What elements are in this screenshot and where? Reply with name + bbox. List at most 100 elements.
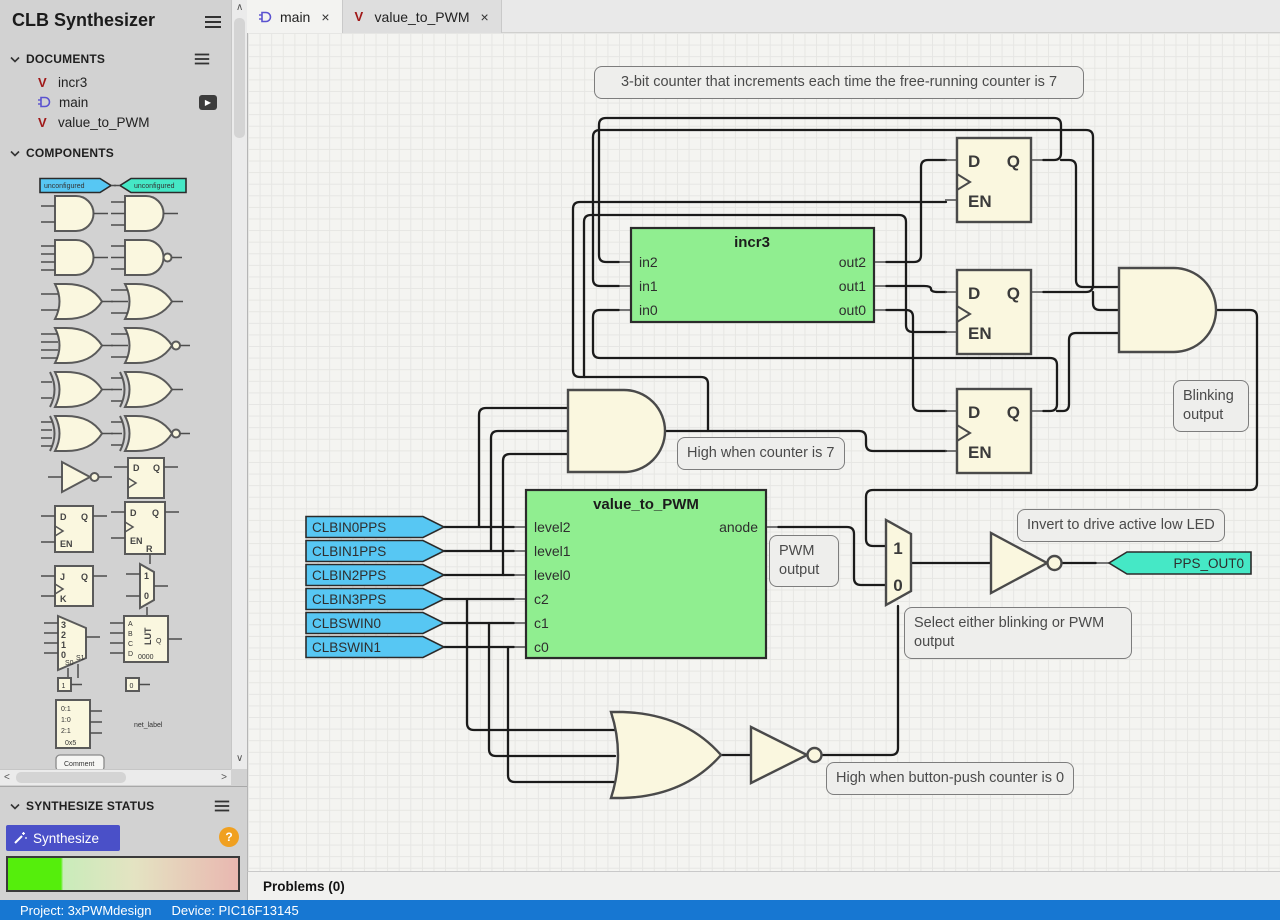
palette-xnor-gate[interactable]: [111, 415, 190, 452]
svg-text:0: 0: [144, 591, 149, 601]
synthesize-header[interactable]: SYNTHESIZE STATUS: [10, 799, 238, 813]
or-gate[interactable]: [609, 710, 723, 800]
palette-or4-gate[interactable]: [41, 327, 113, 364]
palette-horizontal-scrollbar[interactable]: < >: [0, 769, 231, 785]
documents-header[interactable]: DOCUMENTS: [10, 52, 222, 66]
svg-text:EN: EN: [60, 539, 73, 549]
and-gate-counter7[interactable]: [566, 388, 667, 474]
comment-high-when-7[interactable]: High when counter is 7: [677, 437, 845, 470]
synthesize-menu-icon[interactable]: [214, 800, 230, 812]
palette-net-label[interactable]: net_label: [134, 722, 163, 729]
palette-lut[interactable]: A B C D LUT Q 0000: [110, 615, 182, 663]
svg-text:S1: S1: [76, 655, 85, 662]
palette-dff-en[interactable]: D Q EN: [41, 505, 107, 553]
output-pin-pps-out0[interactable]: PPS_OUT0: [1107, 551, 1252, 575]
palette-mux2[interactable]: 1 0: [126, 562, 168, 618]
inverter-bottom[interactable]: [749, 725, 823, 785]
scrollbar-thumb[interactable]: [234, 18, 245, 138]
help-button[interactable]: ?: [219, 827, 239, 847]
comment-invert-led[interactable]: Invert to drive active low LED: [1017, 509, 1225, 542]
palette-const-1[interactable]: 1: [57, 677, 82, 692]
scrollbar-thumb[interactable]: [16, 772, 126, 783]
palette-inverter-gate[interactable]: [48, 460, 112, 494]
tab-main[interactable]: main ×: [247, 0, 343, 33]
chevron-down-icon: [10, 56, 20, 63]
comment-pwm-output[interactable]: PWM output: [769, 535, 839, 587]
block-value-to-pwm[interactable]: value_to_PWM level2 level1 level0 c2 c1 …: [524, 488, 768, 660]
palette-xor4-gate[interactable]: [41, 415, 113, 452]
sidebar-item-incr3[interactable]: V incr3: [0, 72, 231, 92]
palette-comment[interactable]: Comment: [55, 754, 105, 770]
input-pin-clbin3pps[interactable]: CLBIN3PPS: [305, 587, 446, 611]
palette-and3-gate[interactable]: [111, 195, 178, 232]
svg-text:Q: Q: [152, 508, 159, 518]
app-menu-icon[interactable]: [205, 16, 221, 28]
comment-select-output[interactable]: Select either blinking or PWM output: [904, 607, 1132, 659]
palette-dff-en-r[interactable]: D Q EN R: [111, 501, 179, 564]
palette-and4-gate[interactable]: [41, 239, 108, 276]
svg-text:in2: in2: [639, 254, 658, 270]
block-incr3[interactable]: incr3 in2 in1 in0 out2 out1 out0: [629, 226, 876, 324]
dff-1[interactable]: D Q EN: [955, 136, 1033, 224]
svg-text:D: D: [968, 403, 980, 422]
palette-nand-gate[interactable]: [111, 239, 182, 276]
problems-bar[interactable]: Problems (0): [247, 871, 1280, 900]
palette-decoder[interactable]: 0:1 1:0 2:1 0x5: [55, 699, 102, 749]
input-pin-clbswin0[interactable]: CLBSWIN0: [305, 611, 446, 635]
palette-vertical-scrollbar[interactable]: ∧ ∨: [231, 0, 247, 769]
svg-text:D: D: [968, 152, 980, 171]
comment-high-when-0[interactable]: High when button-push counter is 0: [826, 762, 1075, 795]
comment-blinking-output[interactable]: Blinking output: [1173, 380, 1249, 432]
palette-dff[interactable]: D Q: [114, 457, 178, 499]
svg-text:Q: Q: [81, 572, 88, 582]
documents-menu-icon[interactable]: [194, 53, 210, 65]
palette-mux4[interactable]: 3 2 1 0 S0 S1: [44, 614, 100, 678]
svg-text:level0: level0: [534, 567, 571, 583]
input-pin-clbin1pps[interactable]: CLBIN1PPS: [305, 539, 446, 563]
palette-output-pin[interactable]: unconfigured: [114, 177, 187, 194]
dff-3[interactable]: D Q EN: [955, 387, 1033, 475]
scroll-down-icon[interactable]: ∨: [236, 753, 243, 764]
comment-counter[interactable]: 3-bit counter that increments each time …: [594, 66, 1084, 99]
input-pin-clbin0pps[interactable]: CLBIN0PPS: [305, 515, 446, 539]
verilog-icon: V: [38, 114, 47, 130]
svg-text:Q: Q: [1007, 152, 1020, 171]
scroll-left-icon[interactable]: <: [4, 772, 10, 783]
tab-value-to-pwm[interactable]: V value_to_PWM ×: [342, 0, 502, 33]
input-pin-clbin2pps[interactable]: CLBIN2PPS: [305, 563, 446, 587]
close-icon[interactable]: ×: [480, 9, 488, 25]
svg-text:1: 1: [893, 539, 902, 558]
verilog-icon: V: [354, 9, 364, 24]
palette-xor3-gate[interactable]: [111, 371, 183, 408]
svg-text:C: C: [128, 641, 133, 648]
close-icon[interactable]: ×: [321, 9, 329, 25]
run-main-button[interactable]: ▶: [199, 94, 217, 110]
inverter-output[interactable]: [989, 530, 1063, 596]
svg-text:0x5: 0x5: [65, 740, 76, 747]
sidebar-item-main[interactable]: main ▶: [0, 92, 231, 112]
svg-text:CLBSWIN0: CLBSWIN0: [312, 616, 381, 631]
synthesize-button[interactable]: Synthesize: [6, 825, 120, 851]
and-gate-blinking[interactable]: [1117, 266, 1218, 354]
palette-or3-gate[interactable]: [111, 283, 183, 320]
svg-text:J: J: [60, 572, 65, 582]
scroll-up-icon[interactable]: ∧: [236, 2, 243, 13]
sidebar-item-value-to-pwm[interactable]: V value_to_PWM: [0, 112, 231, 132]
palette-const-0[interactable]: 0: [125, 677, 150, 692]
svg-text:1: 1: [61, 640, 66, 650]
svg-text:0:1: 0:1: [61, 706, 71, 713]
palette-jk-ff[interactable]: J Q K: [41, 565, 107, 607]
palette-or2-gate[interactable]: [41, 283, 113, 320]
svg-text:3: 3: [61, 620, 66, 630]
components-header[interactable]: COMPONENTS: [10, 146, 222, 160]
svg-text:S0: S0: [65, 660, 74, 667]
scroll-right-icon[interactable]: >: [221, 772, 227, 783]
palette-nor-gate[interactable]: [111, 327, 190, 364]
mux-2to1[interactable]: 1 0: [884, 517, 913, 608]
schematic-canvas[interactable]: incr3 in2 in1 in0 out2 out1 out0 value_t…: [247, 33, 1280, 871]
palette-and2-gate[interactable]: [41, 195, 108, 232]
palette-input-pin[interactable]: unconfigured: [39, 177, 116, 194]
dff-2[interactable]: D Q EN: [955, 268, 1033, 356]
input-pin-clbswin1[interactable]: CLBSWIN1: [305, 635, 446, 659]
palette-xor2-gate[interactable]: [41, 371, 113, 408]
